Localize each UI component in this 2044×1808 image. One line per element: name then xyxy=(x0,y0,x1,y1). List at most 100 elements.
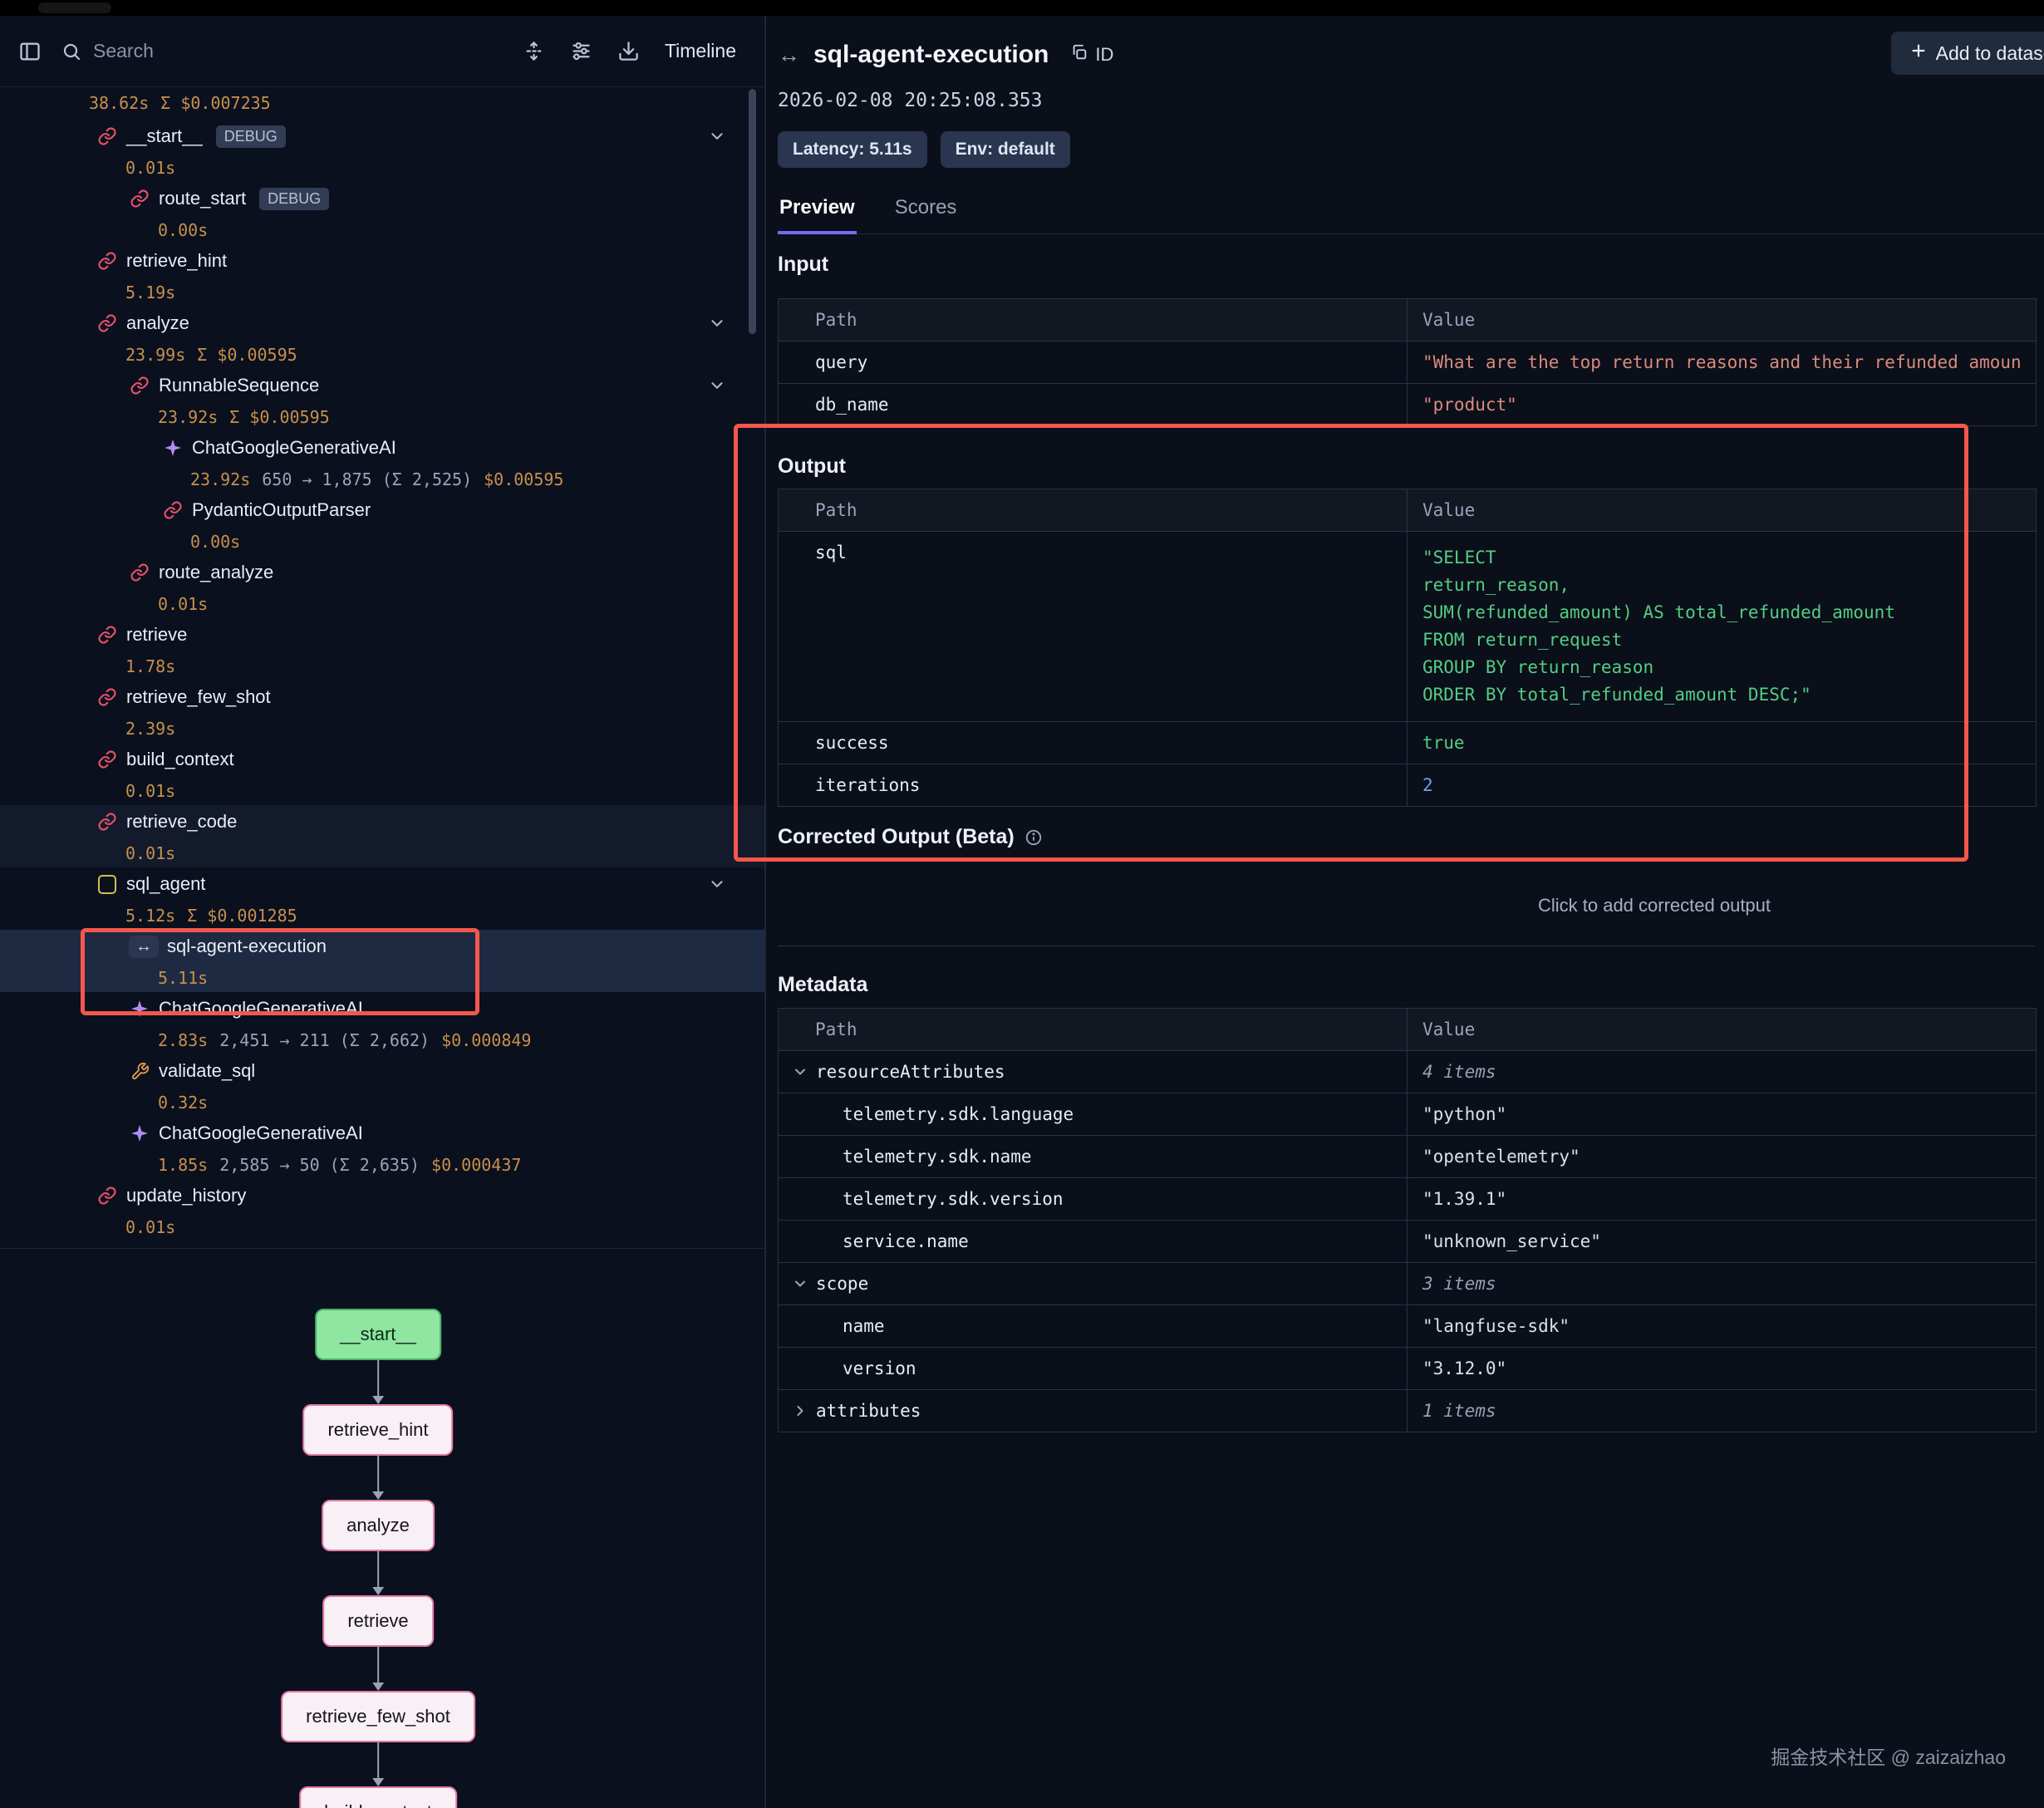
detail-tabs: Preview Scores xyxy=(778,186,2044,234)
span-duration: 0.01s xyxy=(125,843,175,863)
graph-edge xyxy=(377,1456,379,1493)
tree-row[interactable]: build_context 0.01s xyxy=(0,743,764,805)
link-icon xyxy=(96,811,118,833)
tree-row[interactable]: sql_agent 5.12s Σ $0.001285 xyxy=(0,867,764,930)
span-name: retrieve xyxy=(126,624,187,646)
chevron-down-icon[interactable] xyxy=(792,1064,808,1080)
graph-node[interactable]: retrieve xyxy=(322,1595,433,1647)
graph-edge-arrow xyxy=(372,1683,384,1691)
span-duration: 1.85s xyxy=(158,1155,208,1175)
link-icon xyxy=(129,375,150,396)
table-header-row: Path Value xyxy=(779,489,2036,531)
chevron-right-icon[interactable] xyxy=(792,1403,808,1419)
trace-tree-panel: Search Timeline 38.62s Σ $0.007235 xyxy=(0,16,766,1808)
search-input[interactable]: Search xyxy=(61,40,523,62)
span-cost: Σ $0.001285 xyxy=(187,906,297,926)
window-top-strip xyxy=(0,0,2044,16)
span-name: retrieve_code xyxy=(126,811,237,833)
span-duration: 23.99s xyxy=(125,345,185,365)
tree-row[interactable]: update_history 0.01s xyxy=(0,1179,764,1241)
table-row: query "What are the top return reasons a… xyxy=(779,341,2036,383)
graph-node[interactable]: analyze xyxy=(322,1500,435,1551)
span-duration: 0.00s xyxy=(158,220,208,240)
table-header-row: Path Value xyxy=(779,299,2036,341)
span-duration: 5.12s xyxy=(125,906,175,926)
graph-node-start[interactable]: __start__ xyxy=(315,1309,441,1360)
tree-row[interactable]: retrieve_few_shot 2.39s xyxy=(0,680,764,743)
tree-row[interactable]: ChatGoogleGenerativeAI 1.85s 2,585 → 50 … xyxy=(0,1117,764,1179)
copy-id-button[interactable]: ID xyxy=(1070,43,1113,66)
timeline-toggle[interactable]: Timeline xyxy=(665,40,736,62)
graph-node[interactable]: retrieve_hint xyxy=(302,1404,453,1456)
tree-row-selected[interactable]: ↔ sql-agent-execution 5.11s xyxy=(0,930,764,992)
sparkle-icon xyxy=(162,437,184,459)
span-name: analyze xyxy=(126,312,189,334)
sidebar-toggle-icon[interactable] xyxy=(18,40,42,63)
input-table: Path Value query "What are the top retur… xyxy=(778,298,2037,426)
span-name: retrieve_hint xyxy=(126,250,227,272)
tree-row[interactable]: retrieve_code 0.01s xyxy=(0,805,764,867)
chevron-down-icon[interactable] xyxy=(708,376,726,399)
view-settings-icon[interactable] xyxy=(570,40,592,62)
tab-scores[interactable]: Scores xyxy=(893,186,959,233)
link-icon xyxy=(96,125,118,147)
timestamp: 2026-02-08 20:25:08.353 xyxy=(778,90,2044,111)
tree-row[interactable]: RunnableSequence 23.92s Σ $0.00595 xyxy=(0,369,764,431)
add-corrected-output-area[interactable]: Click to add corrected output xyxy=(778,866,2035,946)
tree-row[interactable]: PydanticOutputParser 0.00s xyxy=(0,494,764,556)
graph-node[interactable]: retrieve_few_shot xyxy=(281,1691,475,1742)
tree-row-root-metrics[interactable]: 38.62s Σ $0.007235 xyxy=(0,86,764,120)
metadata-expander-row[interactable]: scope 3 items xyxy=(779,1262,2036,1304)
table-header-row: Path Value xyxy=(779,1009,2036,1050)
span-tokens: 2,585 → 50 (Σ 2,635) xyxy=(219,1155,420,1175)
link-icon xyxy=(129,562,150,583)
plus-icon xyxy=(1909,42,1928,65)
download-icon[interactable] xyxy=(617,40,640,62)
span-name: sql_agent xyxy=(126,873,205,895)
span-duration: 0.32s xyxy=(158,1093,208,1113)
tree-row[interactable]: route_start DEBUG 0.00s xyxy=(0,182,764,244)
span-tokens: 650 → 1,875 (Σ 2,525) xyxy=(262,469,472,489)
span-duration: 2.83s xyxy=(158,1030,208,1050)
tree-row[interactable]: ChatGoogleGenerativeAI 23.92s 650 → 1,87… xyxy=(0,431,764,494)
tree-row[interactable]: retrieve_hint 5.19s xyxy=(0,244,764,307)
table-row: success true xyxy=(779,721,2036,764)
span-name: sql-agent-execution xyxy=(167,936,327,957)
add-to-dataset-button[interactable]: Add to dataset xyxy=(1891,32,2044,75)
level-badge: DEBUG xyxy=(216,125,286,148)
tree-row[interactable]: __start__ DEBUG 0.01s xyxy=(0,120,764,182)
tree-row[interactable]: validate_sql 0.32s xyxy=(0,1054,764,1117)
table-row: version "3.12.0" xyxy=(779,1347,2036,1389)
chevron-down-icon[interactable] xyxy=(708,314,726,337)
metadata-table: Path Value resourceAttributes 4 items te… xyxy=(778,1008,2037,1432)
span-detail-panel: ↔ sql-agent-execution ID Add to dataset … xyxy=(766,16,2044,1808)
chevron-down-icon[interactable] xyxy=(708,127,726,150)
page-title: sql-agent-execution xyxy=(813,41,1049,69)
expand-all-icon[interactable] xyxy=(523,40,545,62)
span-tokens: 2,451 → 211 (Σ 2,662) xyxy=(219,1030,430,1050)
table-row: service.name "unknown_service" xyxy=(779,1220,2036,1262)
metadata-expander-row[interactable]: resourceAttributes 4 items xyxy=(779,1050,2036,1093)
chevron-down-icon[interactable] xyxy=(708,875,726,897)
chevron-down-icon[interactable] xyxy=(792,1275,808,1292)
copy-icon xyxy=(1070,43,1088,66)
span-duration: 23.92s xyxy=(158,407,218,427)
table-row: telemetry.sdk.version "1.39.1" xyxy=(779,1177,2036,1220)
span-cost: Σ $0.00595 xyxy=(229,407,329,427)
info-icon[interactable] xyxy=(1024,828,1043,847)
tree-row[interactable]: route_analyze 0.01s xyxy=(0,556,764,618)
tree-row[interactable]: ChatGoogleGenerativeAI 2.83s 2,451 → 211… xyxy=(0,992,764,1054)
link-icon xyxy=(96,686,118,708)
badge-row: Latency: 5.11s Env: default xyxy=(778,131,2044,168)
graph-edge xyxy=(377,1551,379,1589)
tree-scrollbar[interactable] xyxy=(749,89,756,334)
span-duration: 5.11s xyxy=(158,968,208,988)
trace-viewer-page: Search Timeline 38.62s Σ $0.007235 xyxy=(0,0,2044,1808)
graph-node[interactable]: build_context xyxy=(299,1786,457,1808)
tree-row[interactable]: retrieve 1.78s xyxy=(0,618,764,680)
span-name: retrieve_few_shot xyxy=(126,686,271,708)
sparkle-icon xyxy=(129,998,150,1019)
tab-preview[interactable]: Preview xyxy=(778,186,857,234)
metadata-expander-row[interactable]: attributes 1 items xyxy=(779,1389,2036,1432)
tree-row[interactable]: analyze 23.99s Σ $0.00595 xyxy=(0,307,764,369)
